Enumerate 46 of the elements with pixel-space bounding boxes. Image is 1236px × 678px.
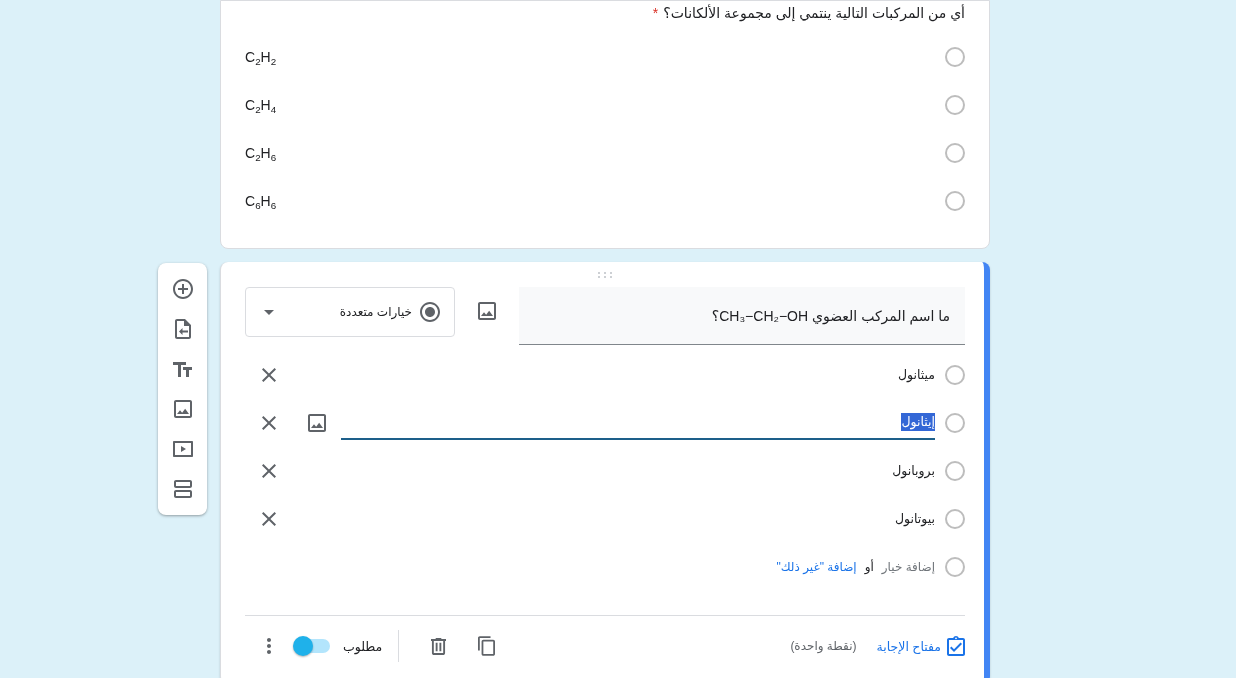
close-icon[interactable] bbox=[262, 368, 276, 382]
clipboard-check-icon bbox=[947, 636, 965, 656]
more-vert-icon[interactable] bbox=[267, 638, 271, 654]
option-label: C$_{2}$H$_{4}$ bbox=[245, 96, 277, 115]
radio-circle-icon bbox=[945, 509, 965, 529]
required-asterisk: * bbox=[652, 4, 659, 23]
radio-circle-icon bbox=[945, 365, 965, 385]
image-icon[interactable] bbox=[478, 302, 496, 320]
add-other-link[interactable]: إضافة "غير ذلك" bbox=[776, 557, 857, 577]
caret-icon bbox=[264, 309, 274, 315]
radio-checked-icon bbox=[420, 302, 440, 322]
option-label: C$_{6}$H$_{6}$ bbox=[245, 192, 277, 211]
add-option-text[interactable]: إضافة خيار bbox=[881, 557, 935, 577]
question-type-dropdown[interactable]: خيارات متعددة bbox=[245, 287, 455, 337]
drag-handle-icon[interactable] bbox=[598, 271, 612, 278]
text-size-icon[interactable] bbox=[173, 361, 192, 377]
points-label: (نقطة واحدة) bbox=[790, 639, 857, 653]
question-title: أي من المركبات التالية ينتمي إلى مجموعة الألكانات؟ bbox=[663, 3, 965, 23]
close-icon[interactable] bbox=[262, 416, 276, 430]
option-label[interactable]: بروبانول bbox=[892, 461, 935, 481]
option-input[interactable]: إيثانول bbox=[341, 406, 935, 440]
close-icon[interactable] bbox=[262, 464, 276, 478]
radio-button[interactable] bbox=[945, 191, 965, 211]
radio-circle-icon bbox=[945, 557, 965, 577]
option-label[interactable]: ميثانول bbox=[897, 365, 935, 385]
stacked-rectangles-icon[interactable] bbox=[173, 480, 192, 498]
required-label: مطلوب bbox=[343, 638, 383, 654]
video-play-icon[interactable] bbox=[172, 441, 193, 457]
close-icon[interactable] bbox=[262, 512, 276, 526]
copy-icon[interactable] bbox=[477, 636, 495, 656]
question-input[interactable]: ما اسم المركب العضوي CH₃−CH₂−OH؟ bbox=[519, 287, 965, 345]
radio-circle-icon bbox=[945, 413, 965, 433]
trash-icon[interactable] bbox=[430, 637, 446, 655]
radio-circle-icon bbox=[945, 461, 965, 481]
option-label: C$_{2}$H$_{6}$ bbox=[245, 144, 277, 163]
radio-button[interactable] bbox=[945, 95, 965, 115]
image-icon[interactable] bbox=[308, 414, 326, 432]
radio-button[interactable] bbox=[945, 47, 965, 67]
file-arrow-icon[interactable] bbox=[174, 319, 191, 339]
required-toggle[interactable] bbox=[293, 636, 331, 656]
radio-button[interactable] bbox=[945, 143, 965, 163]
option-label: C$_{2}$H$_{2}$ bbox=[245, 48, 277, 67]
answer-key-button[interactable]: مفتاح الإجابة bbox=[876, 636, 965, 656]
option-label[interactable]: بيوتانول bbox=[895, 509, 935, 529]
image-icon[interactable] bbox=[173, 400, 192, 418]
or-text: أو bbox=[864, 558, 874, 576]
